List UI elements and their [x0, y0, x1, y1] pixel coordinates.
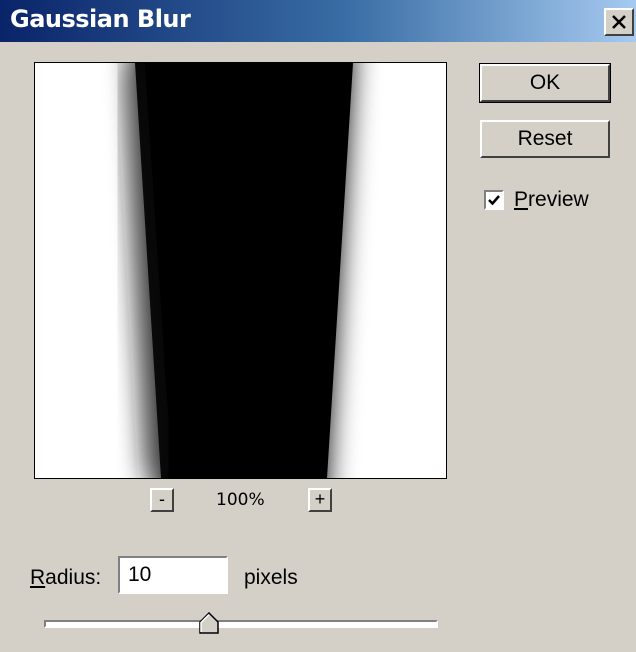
title-bar: Gaussian Blur — [0, 0, 636, 42]
preview-label: Preview — [514, 188, 589, 211]
reset-button[interactable]: Reset — [480, 120, 610, 158]
dialog-title: Gaussian Blur — [10, 5, 191, 33]
slider-thumb-icon[interactable] — [199, 612, 220, 634]
radius-units-label: pixels — [244, 566, 298, 589]
radius-label: Radius: — [30, 566, 102, 589]
zoom-out-button[interactable]: - — [150, 488, 174, 512]
close-icon — [612, 15, 626, 29]
blurred-preview — [35, 63, 446, 478]
zoom-in-button[interactable]: + — [308, 488, 332, 512]
preview-image[interactable] — [34, 62, 447, 479]
zoom-level: 100% — [216, 490, 265, 510]
check-icon — [488, 195, 500, 206]
ok-button[interactable]: OK — [479, 63, 611, 103]
preview-checkbox[interactable] — [484, 190, 504, 210]
close-button[interactable] — [604, 8, 634, 36]
radius-slider-track[interactable] — [44, 620, 438, 628]
radius-input[interactable]: 10 — [118, 556, 228, 594]
